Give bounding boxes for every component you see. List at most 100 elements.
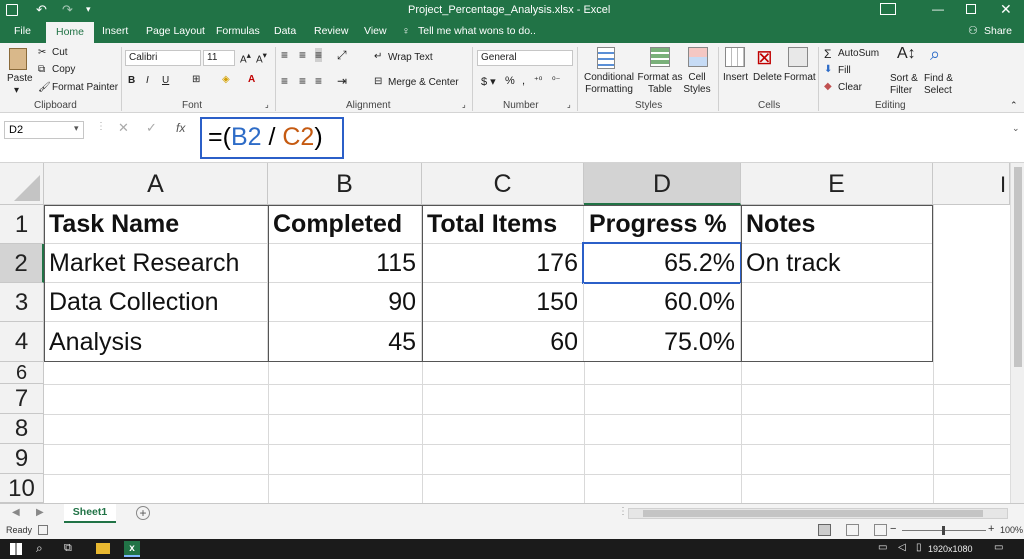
cell-a4[interactable]: Analysis xyxy=(44,322,268,362)
restore-icon[interactable] xyxy=(966,4,976,14)
row-header-7[interactable]: 7 xyxy=(0,384,44,414)
delete-cells-button[interactable]: Delete xyxy=(753,72,782,83)
sheet-tab-sheet1[interactable]: Sheet1 xyxy=(64,504,116,523)
horizontal-scrollbar[interactable] xyxy=(628,508,1008,519)
wrap-text-icon[interactable]: ↵ xyxy=(374,51,382,62)
font-dialog-launcher-icon[interactable]: ⌟ xyxy=(265,100,269,109)
align-left-icon[interactable]: ≡ xyxy=(281,74,288,88)
vertical-scrollbar[interactable] xyxy=(1010,163,1024,503)
copy-button[interactable]: Copy xyxy=(52,64,75,75)
fill-color-icon[interactable]: ◈ xyxy=(222,74,230,85)
column-header-e[interactable]: E xyxy=(741,163,933,205)
column-header-a[interactable]: A xyxy=(44,163,268,205)
cell-c4[interactable]: 60 xyxy=(422,322,584,362)
align-center-icon[interactable]: ≡ xyxy=(299,74,306,88)
macro-record-icon[interactable] xyxy=(38,525,48,535)
volume-icon[interactable]: ◁ xyxy=(898,542,906,553)
number-format-select[interactable]: General xyxy=(477,50,573,66)
percent-icon[interactable]: % xyxy=(505,75,515,87)
decrease-decimal-icon[interactable]: ⁰⁻ xyxy=(552,75,560,86)
cut-icon[interactable]: ✂ xyxy=(38,47,46,58)
format-cells-button[interactable]: Format xyxy=(784,72,816,83)
align-bottom-icon[interactable]: ≡ xyxy=(315,48,323,62)
copy-icon[interactable]: ⧉ xyxy=(38,64,45,75)
cell-a2[interactable]: Market Research xyxy=(44,244,268,283)
tell-me-search[interactable]: Tell me what wons to do.. xyxy=(418,25,536,37)
close-icon[interactable]: ✕ xyxy=(1000,1,1012,18)
zoom-level[interactable]: 100% xyxy=(1000,525,1023,535)
cell-b1[interactable]: Completed xyxy=(268,205,422,244)
save-icon[interactable] xyxy=(6,4,18,16)
row-header-8[interactable]: 8 xyxy=(0,414,44,444)
shrink-font-icon[interactable]: A▾ xyxy=(256,50,267,65)
number-dialog-launcher-icon[interactable]: ⌟ xyxy=(567,100,571,109)
normal-view-icon[interactable] xyxy=(818,524,831,536)
align-middle-icon[interactable]: ≡ xyxy=(299,48,306,62)
align-right-icon[interactable]: ≡ xyxy=(315,74,322,88)
row-header-2[interactable]: 2 xyxy=(0,244,44,283)
conditional-formatting-button[interactable]: Conditional Formatting xyxy=(583,72,635,96)
row-header-1[interactable]: 1 xyxy=(0,205,44,244)
share-button[interactable]: Share xyxy=(984,25,1012,37)
select-all-corner[interactable] xyxy=(0,163,44,205)
row-header-6[interactable]: 6 xyxy=(0,362,44,384)
cell-b3[interactable]: 90 xyxy=(268,283,422,322)
row-header-10[interactable]: 10 xyxy=(0,474,44,503)
undo-icon[interactable]: ↶ xyxy=(36,2,47,18)
cell-e4[interactable] xyxy=(741,322,933,362)
cell-d4[interactable]: 75.0% xyxy=(584,322,741,362)
cell-b2[interactable]: 115 xyxy=(268,244,422,283)
cell-b4[interactable]: 45 xyxy=(268,322,422,362)
name-box-dropdown-icon[interactable]: ▾ xyxy=(74,123,79,134)
enter-icon[interactable]: ✓ xyxy=(146,120,157,136)
add-sheet-icon[interactable]: + xyxy=(136,506,150,520)
cell-a1[interactable]: Task Name xyxy=(44,205,268,244)
fill-button[interactable]: Fill xyxy=(838,65,851,76)
wrap-text-button[interactable]: Wrap Text xyxy=(388,52,433,63)
cell-d1[interactable]: Progress % xyxy=(584,205,741,244)
indent-icon[interactable]: ⇥ xyxy=(337,74,347,88)
cell-styles-icon[interactable] xyxy=(688,47,708,67)
tab-view[interactable]: View xyxy=(364,25,387,37)
cell-a3[interactable]: Data Collection xyxy=(44,283,268,322)
cell-e3[interactable] xyxy=(741,283,933,322)
autosum-icon[interactable]: Σ xyxy=(824,47,831,61)
format-cells-icon[interactable] xyxy=(788,47,808,67)
tab-review[interactable]: Review xyxy=(314,25,348,37)
network-icon[interactable]: ▭ xyxy=(878,542,887,553)
row-header-9[interactable]: 9 xyxy=(0,444,44,474)
alignment-dialog-launcher-icon[interactable]: ⌟ xyxy=(462,100,466,109)
cell-e1[interactable]: Notes xyxy=(741,205,933,244)
qat-customize-icon[interactable]: ▾ xyxy=(86,4,91,15)
column-header-b[interactable]: B xyxy=(268,163,422,205)
tab-formulas[interactable]: Formulas xyxy=(216,25,260,37)
bold-icon[interactable]: B xyxy=(128,75,135,86)
minimize-icon[interactable]: — xyxy=(932,2,944,16)
notifications-icon[interactable]: ▭ xyxy=(994,542,1003,553)
cell-d2-selected[interactable]: 65.2% xyxy=(582,242,742,284)
font-size-select[interactable]: 11 xyxy=(203,50,235,66)
find-select-button[interactable]: Find & Select xyxy=(924,73,960,97)
fill-icon[interactable]: ⬇ xyxy=(824,64,832,75)
accounting-icon[interactable]: $ ▾ xyxy=(481,75,496,88)
format-as-table-button[interactable]: Format as Table xyxy=(637,72,683,96)
column-header-d[interactable]: D xyxy=(584,163,741,205)
cell-c1[interactable]: Total Items xyxy=(422,205,584,244)
insert-function-icon[interactable]: fx xyxy=(176,121,185,135)
collapse-ribbon-icon[interactable]: ⌃ xyxy=(1010,100,1018,111)
expand-formula-bar-icon[interactable]: ⌄ xyxy=(1012,123,1020,134)
paste-dropdown-icon[interactable]: ▾ xyxy=(14,85,19,96)
insert-cells-icon[interactable] xyxy=(725,47,745,67)
column-header-c[interactable]: C xyxy=(422,163,584,205)
zoom-out-icon[interactable]: − xyxy=(890,523,896,535)
underline-icon[interactable]: U xyxy=(162,75,169,86)
task-view-icon[interactable]: ⧉ xyxy=(64,542,72,555)
format-painter-icon[interactable]: 🖌 xyxy=(38,82,51,93)
cell-c2[interactable]: 176 xyxy=(422,244,584,283)
zoom-in-icon[interactable]: + xyxy=(988,523,994,535)
conditional-formatting-icon[interactable] xyxy=(597,47,615,69)
cut-button[interactable]: Cut xyxy=(52,47,68,58)
horizontal-scroll-thumb[interactable] xyxy=(643,510,983,517)
ribbon-display-icon[interactable] xyxy=(880,3,896,15)
tab-page-layout[interactable]: Page Layout xyxy=(146,25,205,37)
